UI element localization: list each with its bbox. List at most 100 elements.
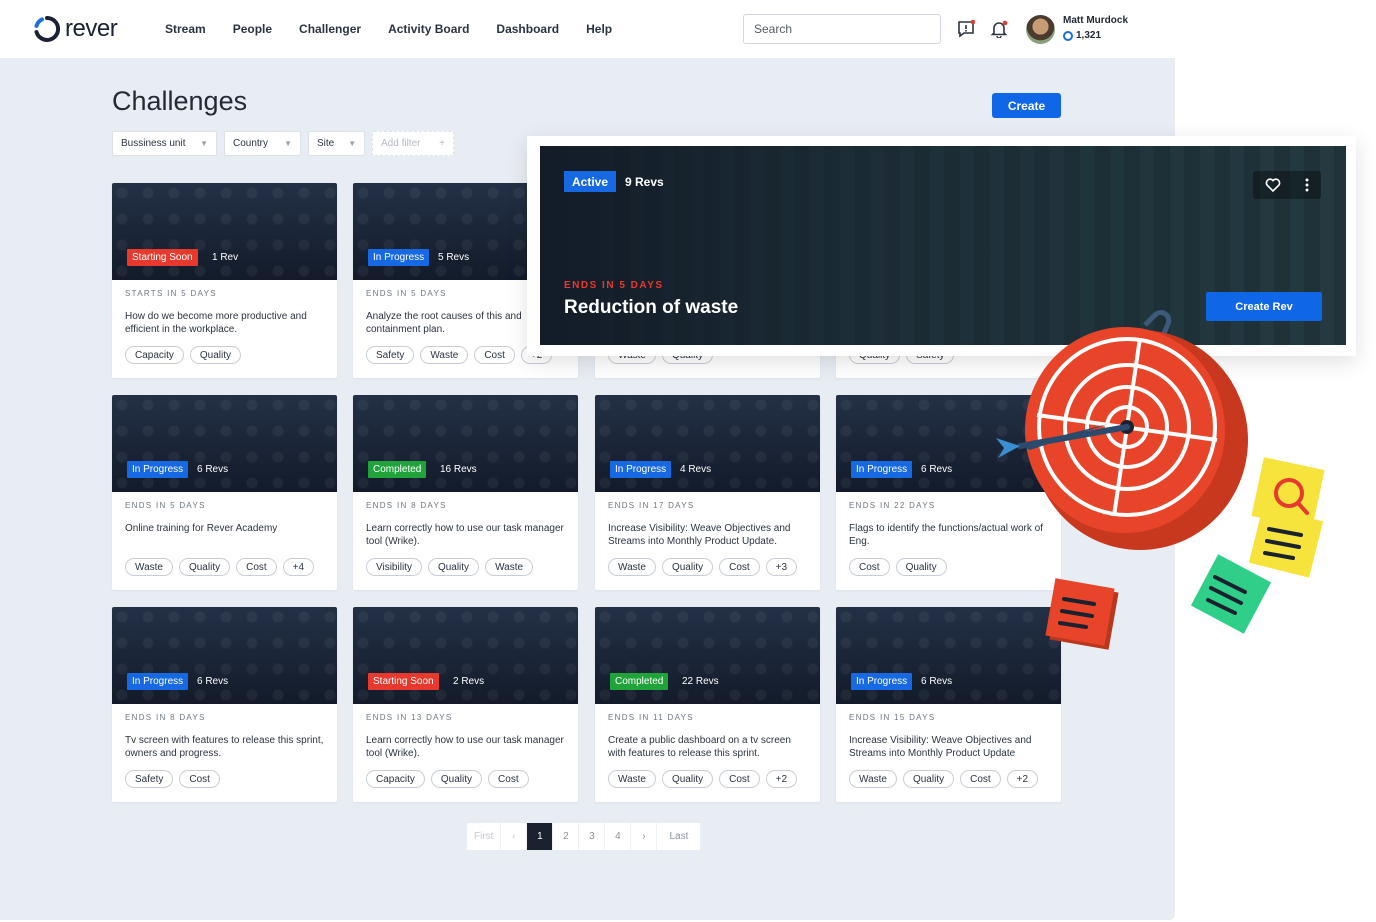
challenge-card[interactable]: Completed 22 Revs ENDS IN 11 DAYS Create a … <box>595 607 820 802</box>
tag-chip[interactable]: Cost <box>474 346 515 364</box>
nav-people[interactable]: People <box>233 22 272 36</box>
challenge-card[interactable]: Starting Soon 2 Revs ENDS IN 13 DAYS Learn … <box>353 607 578 802</box>
tag-chip[interactable]: Cost <box>960 770 1001 788</box>
card-description: How do we become more productive and eff… <box>125 311 307 335</box>
tag-chip[interactable]: +2 <box>1006 770 1039 788</box>
page-1[interactable]: 1 <box>527 823 554 850</box>
page-last[interactable]: Last <box>657 823 702 850</box>
revs-count: 1 Rev <box>212 252 239 263</box>
tag-chip[interactable]: Cost <box>488 770 529 788</box>
nav-activity-board[interactable]: Activity Board <box>388 22 469 36</box>
tag-chip[interactable]: Cost <box>179 770 220 788</box>
ends-in-label: STARTS IN 5 DAYS <box>125 289 217 298</box>
add-filter-button[interactable]: Add filter + <box>372 131 454 156</box>
filter-label: Bussiness unit <box>121 138 186 149</box>
tag-chip[interactable]: Waste <box>420 346 469 364</box>
chevron-down-icon: ▼ <box>284 139 292 148</box>
avatar[interactable] <box>1026 15 1055 44</box>
add-filter-label: Add filter <box>381 138 421 149</box>
heart-icon[interactable] <box>1265 177 1281 193</box>
page-next[interactable]: › <box>631 823 658 850</box>
status-badge: In Progress <box>610 461 672 478</box>
more-vertical-icon[interactable] <box>1304 177 1310 193</box>
points-icon <box>1063 30 1073 41</box>
revs-count: 4 Revs <box>680 464 712 475</box>
rever-logo[interactable]: rever <box>33 15 118 43</box>
tag-chip[interactable]: Quality <box>427 558 480 576</box>
ends-in-label: ENDS IN 5 DAYS <box>366 289 447 298</box>
tag-chip[interactable]: Quality <box>661 558 714 576</box>
tag-chip[interactable]: Quality <box>178 558 231 576</box>
create-button[interactable]: Create <box>992 93 1061 118</box>
challenge-card[interactable]: In Progress 6 Revs ENDS IN 15 DAYS Increase… <box>836 607 1061 802</box>
tag-list: SafetyWasteCost+2 <box>366 346 553 364</box>
tag-chip[interactable]: +2 <box>765 770 798 788</box>
challenge-card[interactable]: Completed 16 Revs ENDS IN 8 DAYS Learn corr… <box>353 395 578 590</box>
page-3[interactable]: 3 <box>579 823 606 850</box>
tag-list: Capacity Quality Cost <box>366 770 529 788</box>
page-4[interactable]: 4 <box>605 823 632 850</box>
status-badge: In Progress <box>851 673 913 690</box>
status-badge: Active <box>564 171 617 192</box>
tag-chip[interactable]: Quality <box>189 346 242 364</box>
ends-in-label: ENDS IN 17 DAYS <box>608 501 695 510</box>
featured-ends-in: ENDS IN 5 DAYS <box>564 280 664 291</box>
page-2[interactable]: 2 <box>553 823 580 850</box>
search-input[interactable] <box>743 14 941 44</box>
card-description: Increase Visibility: Weave Objectives an… <box>608 523 791 547</box>
tag-chip[interactable]: Cost <box>236 558 277 576</box>
revs-count: 5 Revs <box>438 252 470 263</box>
ends-in-label: ENDS IN 11 DAYS <box>608 713 694 722</box>
filter-country[interactable]: Country ▼ <box>224 131 301 156</box>
page-first[interactable]: First <box>467 823 502 850</box>
tag-chip[interactable]: Cost <box>719 558 760 576</box>
tag-chip[interactable]: Cost <box>849 558 890 576</box>
card-description: Learn correctly how to use our task mana… <box>366 523 564 547</box>
revs-count: 6 Revs <box>921 676 953 687</box>
user-points: 1,321 <box>1063 30 1101 41</box>
tag-chip[interactable]: Quality <box>895 558 947 576</box>
tag-chip[interactable]: Waste <box>849 770 897 788</box>
bell-icon[interactable] <box>990 20 1008 38</box>
tag-chip[interactable]: Quality <box>661 770 714 788</box>
tag-chip[interactable]: Safety <box>125 770 174 788</box>
pagination: First ‹ 1 2 3 4 › Last <box>467 823 702 850</box>
nav-help[interactable]: Help <box>586 22 612 36</box>
tag-list: Waste Quality Cost +3 <box>608 558 798 576</box>
revs-count: 9 Revs <box>625 174 664 189</box>
status-badge: In Progress <box>368 249 430 266</box>
tag-chip[interactable]: Visibility <box>366 558 422 576</box>
tag-chip[interactable]: +4 <box>282 558 315 576</box>
tag-chip[interactable]: Waste <box>608 770 656 788</box>
tag-chip[interactable]: Quality <box>902 770 955 788</box>
status-badge: Completed <box>368 461 427 478</box>
tag-chip[interactable]: Waste <box>125 558 173 576</box>
tag-chip[interactable]: Waste <box>485 558 534 576</box>
tag-chip[interactable]: Safety <box>366 346 415 364</box>
chevron-down-icon: ▼ <box>348 139 357 148</box>
chevron-down-icon: ▼ <box>200 139 208 148</box>
filter-label: Site <box>317 138 335 149</box>
ends-in-label: ENDS IN 8 DAYS <box>125 713 206 722</box>
challenge-card[interactable]: In Progress 6 Revs ENDS IN 8 DAYS Tv screen… <box>112 607 337 802</box>
tag-chip[interactable]: +3 <box>765 558 798 576</box>
tag-chip[interactable]: Waste <box>608 558 656 576</box>
nav-dashboard[interactable]: Dashboard <box>496 22 559 36</box>
tag-chip[interactable]: Cost <box>719 770 760 788</box>
nav-challenger[interactable]: Challenger <box>299 22 361 36</box>
tag-chip[interactable]: Capacity <box>125 346 184 364</box>
tag-list: Cost Quality <box>849 558 947 576</box>
tag-list: Waste Quality Cost +2 <box>849 770 1039 788</box>
feedback-icon[interactable] <box>957 20 975 38</box>
tag-chip[interactable]: Quality <box>430 770 483 788</box>
tag-chip[interactable]: Capacity <box>366 770 425 788</box>
filter-business-unit[interactable]: Bussiness unit ▼ <box>112 131 217 156</box>
challenge-card[interactable]: In Progress 6 Revs ENDS IN 5 DAYS Online tr… <box>112 395 337 590</box>
nav-stream[interactable]: Stream <box>165 22 206 36</box>
featured-title: Reduction of waste <box>564 297 739 318</box>
filter-site[interactable]: Site ▼ <box>308 131 365 156</box>
card-description: Online training for Rever Academy <box>125 523 278 534</box>
challenge-card[interactable]: In Progress 4 Revs ENDS IN 17 DAYS Increase… <box>595 395 820 590</box>
page-prev[interactable]: ‹ <box>501 823 528 850</box>
challenge-card[interactable]: Starting Soon 1 Rev STARTS IN 5 DAYS How do… <box>112 183 337 378</box>
